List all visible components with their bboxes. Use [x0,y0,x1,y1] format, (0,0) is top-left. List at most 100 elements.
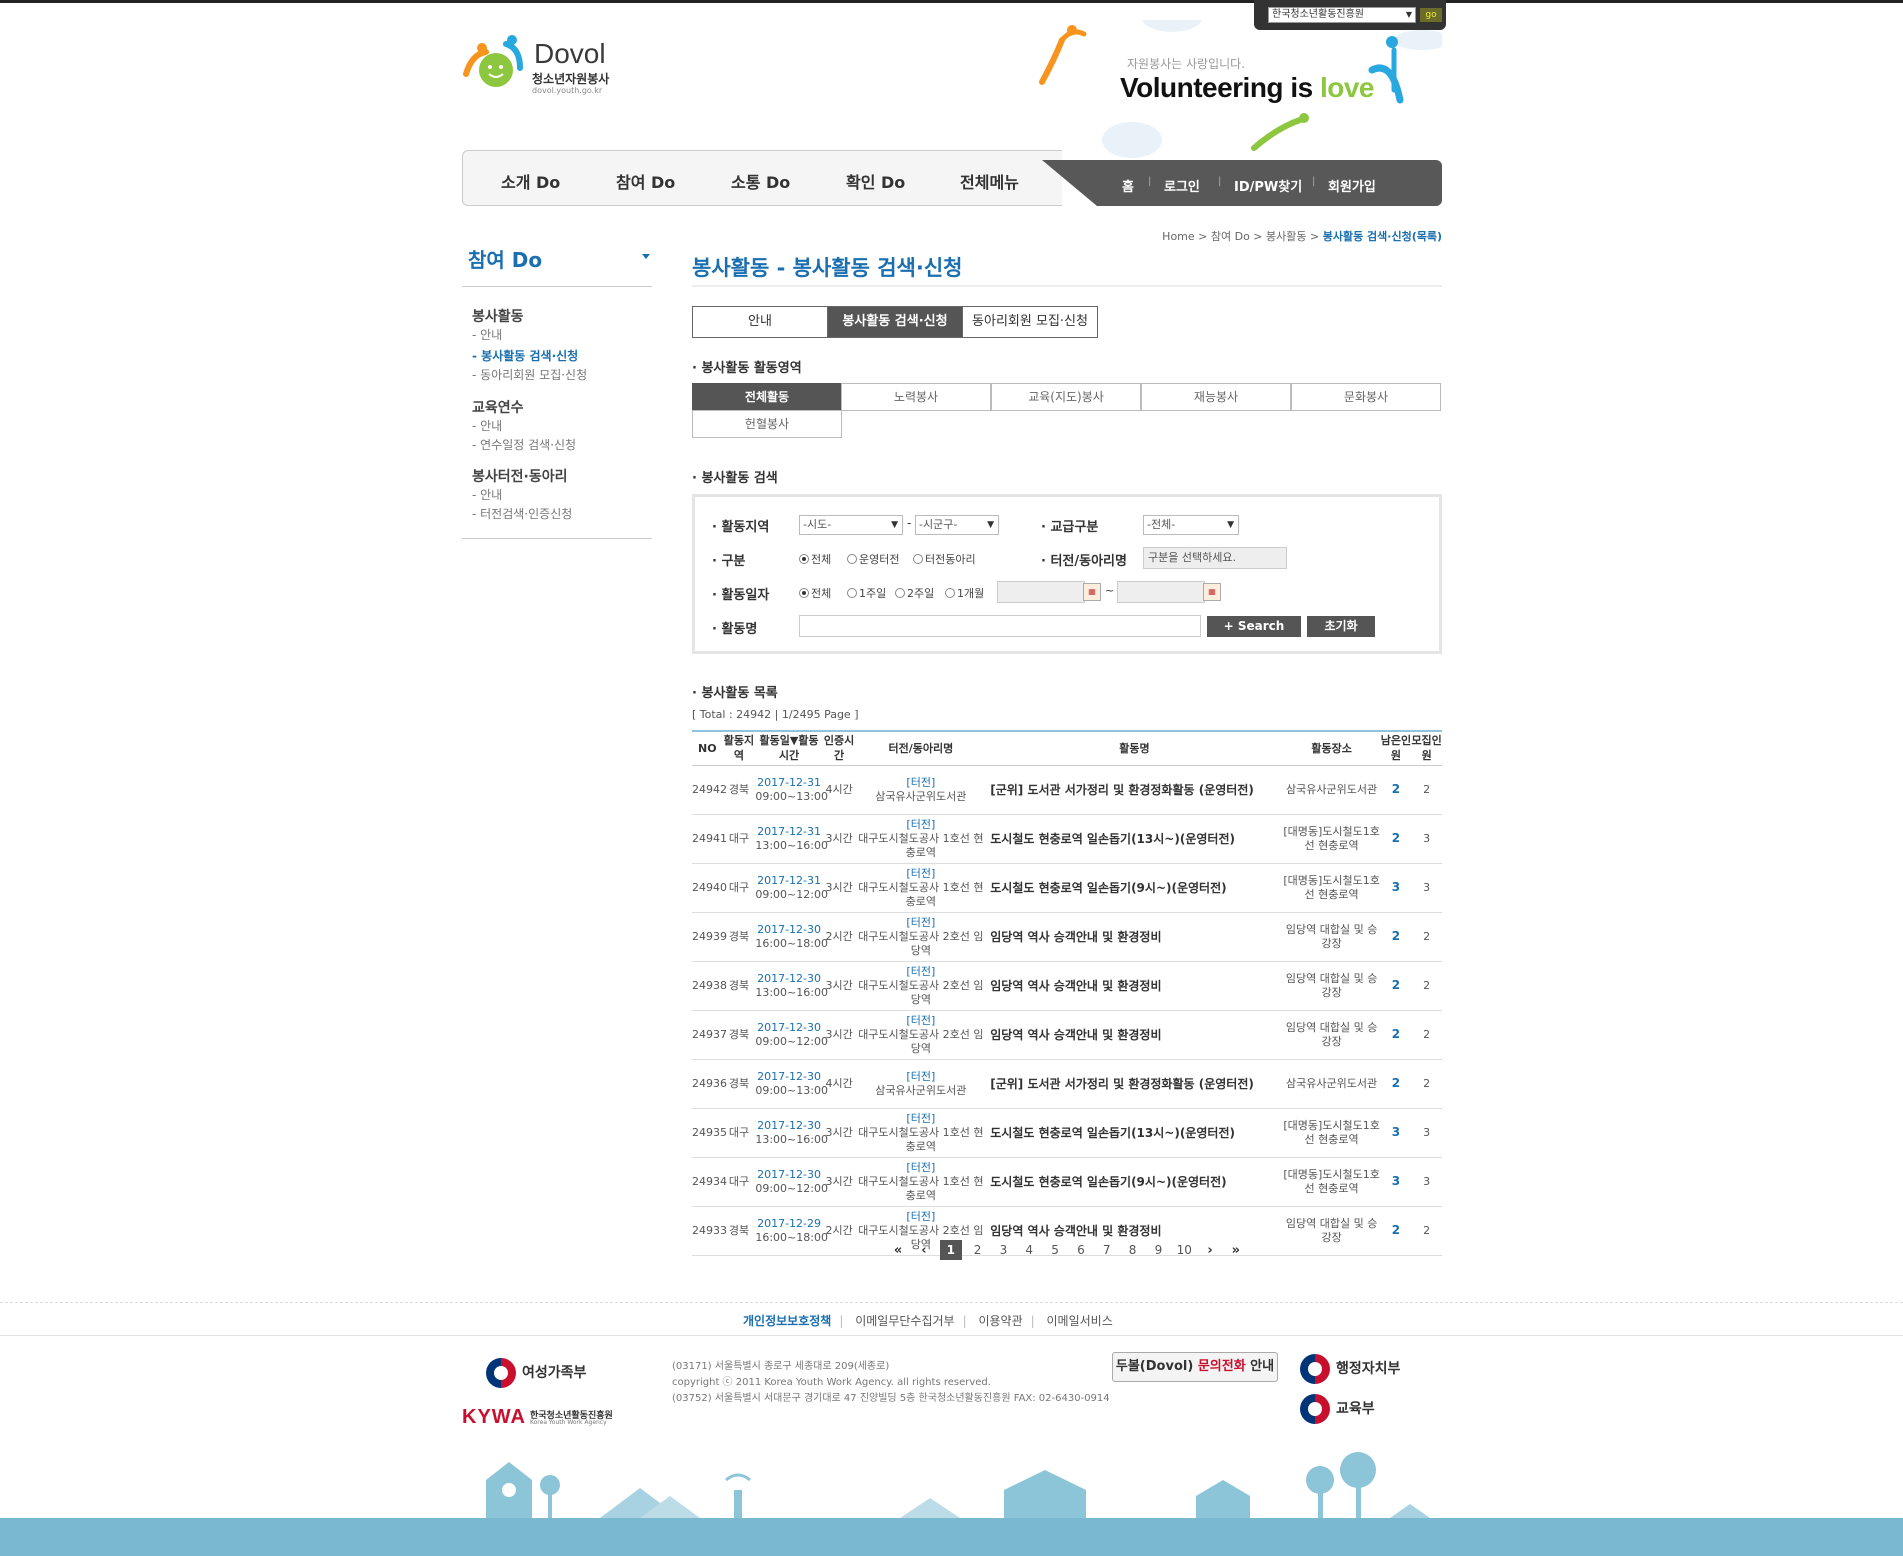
privacy-policy-link[interactable]: 개인정보보호정책 [743,1314,831,1328]
slogan-small: 자원봉사는 사랑입니다. [1127,57,1246,71]
page-1[interactable]: 1 [939,1240,962,1260]
row-time: 13:00~16:00 [755,985,828,999]
area-all[interactable]: 전체활동 [692,383,842,411]
row-activity-name-link[interactable]: 임당역 역사 승객안내 및 환경정비 [986,1010,1283,1060]
row-remain-cell: 2 [1380,1059,1412,1109]
row-activity-name-link[interactable]: [군위] 도서관 서가정리 및 환경정화활동 (운영터전) [986,765,1283,815]
nav-item-participate[interactable]: 참여 Do [616,169,675,193]
date-radio-week[interactable]: 1주일 [847,585,886,601]
sidebar-item-volunteer-guide[interactable]: - 안내 [472,326,502,343]
row-activity-name-link[interactable]: [군위] 도서관 서가정리 및 환경정화활동 (운영터전) [986,1059,1283,1109]
taeguk-icon [486,1358,516,1388]
util-signup-link[interactable]: 회원가입 [1328,176,1376,195]
util-find-id-link[interactable]: ID/PW찾기 [1234,176,1302,195]
util-home-link[interactable]: 홈 [1122,176,1134,195]
contact-phone-button[interactable]: 두볼(Dovol) 문의전화 안내 [1112,1352,1278,1382]
prev-page-button[interactable]: ‹ [914,1241,934,1261]
page-6[interactable]: 6 [1071,1240,1091,1260]
kywa-logo[interactable]: KYWA [462,1406,526,1429]
table-row[interactable]: 24937 경북 2017-12-30 09:00~12:00 3시간 [터전] 대구도시철… [692,1010,1442,1060]
terms-link[interactable]: 이용약관 [978,1314,1022,1328]
table-row[interactable]: 24935 대구 2017-12-30 13:00~16:00 3시간 [터전] 대구도시철… [692,1108,1442,1158]
table-row[interactable]: 24940 대구 2017-12-31 09:00~12:00 3시간 [터전] 대구도시철… [692,863,1442,913]
next-page-button[interactable]: › [1200,1241,1220,1261]
area-education[interactable]: 교육(지도)봉사 [991,383,1141,411]
type-radio-club[interactable]: 터전동아리 [913,551,976,567]
school-select[interactable]: -전체- [1143,515,1239,535]
area-labor[interactable]: 노력봉사 [841,383,991,411]
page-10[interactable]: 10 [1174,1240,1194,1260]
row-activity-name-link[interactable]: 도시철도 현충로역 일손돕기(13시~)(운영터전) [986,814,1283,864]
tab-guide[interactable]: 안내 [692,306,828,338]
table-row[interactable]: 24936 경북 2017-12-30 09:00~13:00 4시간 [터전] 삼국유사군… [692,1059,1442,1109]
row-activity-name-link[interactable]: 임당역 역사 승객안내 및 환경정비 [986,912,1283,962]
util-login-link[interactable]: 로그인 [1164,176,1200,195]
page-4[interactable]: 4 [1019,1240,1039,1260]
nav-item-all-menu[interactable]: 전체메뉴 [960,169,1019,193]
table-row[interactable]: 24939 경북 2017-12-30 16:00~18:00 2시간 [터전] 대구도시철… [692,912,1442,962]
date-radio-2weeks[interactable]: 2주일 [895,585,934,601]
ministry-education-logo[interactable]: 교육부 [1300,1394,1375,1424]
row-remain: 2 [1391,1223,1401,1237]
date-radio-month[interactable]: 1개월 [945,585,984,601]
breadcrumb-volunteer[interactable]: 봉사활동 [1266,230,1306,243]
ministry-interior-logo[interactable]: 행정자치부 [1300,1354,1400,1384]
sigungu-select[interactable]: -시군구- [915,515,999,535]
page-2[interactable]: 2 [968,1240,988,1260]
row-activity-name-link[interactable]: 도시철도 현충로역 일손돕기(9시~)(운영터전) [986,1157,1283,1207]
table-row[interactable]: 24941 대구 2017-12-31 13:00~16:00 3시간 [터전] 대구도시철… [692,814,1442,864]
calendar-icon[interactable]: ▦ [1083,583,1101,601]
table-row[interactable]: 24942 경북 2017-12-31 09:00~13:00 4시간 [터전] 삼국유사군… [692,765,1442,815]
sidebar-item-volunteer-search[interactable]: - 봉사활동 검색·신청 [472,347,578,364]
sidebar-item-site-search[interactable]: - 터전검색·인증신청 [472,505,572,522]
page-9[interactable]: 9 [1148,1240,1168,1260]
page-5[interactable]: 5 [1045,1240,1065,1260]
sidebar-group-training[interactable]: 교육연수 [472,397,524,417]
area-blood-donation[interactable]: 헌혈봉사 [692,410,842,438]
sidebar-item-training-guide[interactable]: - 안내 [472,417,502,434]
page-7[interactable]: 7 [1097,1240,1117,1260]
ministry-gender-logo[interactable]: 여성가족부 [486,1358,586,1388]
row-activity-name-link[interactable]: 도시철도 현충로역 일손돕기(13시~)(운영터전) [986,1108,1283,1158]
nav-item-communicate[interactable]: 소통 Do [731,169,790,193]
page-8[interactable]: 8 [1123,1240,1143,1260]
email-refusal-link[interactable]: 이메일무단수집거부 [855,1314,954,1328]
sidebar-item-site-guide[interactable]: - 안내 [472,486,502,503]
start-date-input[interactable] [997,581,1085,603]
type-radio-site[interactable]: 운영터전 [847,551,899,567]
type-radio-all[interactable]: 전체 [799,551,831,567]
row-activity-name-link[interactable]: 임당역 역사 승객안내 및 환경정비 [986,961,1283,1011]
sidebar-item-training-search[interactable]: - 연수일정 검색·신청 [472,436,576,453]
nav-item-check[interactable]: 확인 Do [846,169,905,193]
sidebar-item-club-recruit[interactable]: - 동아리회원 모집·신청 [472,366,587,383]
breadcrumb-home[interactable]: Home [1162,230,1194,243]
search-button[interactable]: + Search [1207,616,1301,637]
breadcrumb-participate[interactable]: 참여 Do [1211,230,1250,243]
email-service-link[interactable]: 이메일서비스 [1047,1314,1113,1328]
chevron-down-icon[interactable] [642,254,650,259]
table-row[interactable]: 24934 대구 2017-12-30 09:00~12:00 3시간 [터전] 대구도시철… [692,1157,1442,1207]
site-logo[interactable]: Dovol 청소년자원봉사 dovol.youth.go.kr [462,34,632,98]
row-remain: 2 [1391,978,1401,992]
row-remain-cell: 3 [1380,1157,1412,1207]
first-page-button[interactable]: « [888,1241,908,1261]
col-date-sort[interactable]: 활동일▼활동시간 [755,731,823,766]
activity-name-input[interactable] [799,615,1201,637]
sidebar-group-volunteer[interactable]: 봉사활동 [472,306,524,326]
page-3[interactable]: 3 [993,1240,1013,1260]
sidebar-group-site-club[interactable]: 봉사터전·동아리 [472,466,567,486]
date-radio-all[interactable]: 전체 [799,585,831,601]
org-name-input[interactable]: 구분을 선택하세요. [1143,547,1287,569]
end-date-input[interactable] [1117,581,1205,603]
table-row[interactable]: 24938 경북 2017-12-30 13:00~16:00 3시간 [터전] 대구도시철… [692,961,1442,1011]
nav-item-intro[interactable]: 소개 Do [501,169,560,193]
tab-volunteer-search[interactable]: 봉사활동 검색·신청 [827,306,963,338]
tab-club-recruit[interactable]: 동아리회원 모집·신청 [962,306,1098,338]
last-page-button[interactable]: » [1226,1241,1246,1261]
area-culture[interactable]: 문화봉사 [1291,383,1441,411]
sido-select[interactable]: -시도- [799,515,903,535]
calendar-icon[interactable]: ▦ [1203,583,1221,601]
area-talent[interactable]: 재능봉사 [1141,383,1291,411]
row-activity-name-link[interactable]: 도시철도 현충로역 일손돕기(9시~)(운영터전) [986,863,1283,913]
reset-button[interactable]: 초기화 [1307,616,1375,637]
